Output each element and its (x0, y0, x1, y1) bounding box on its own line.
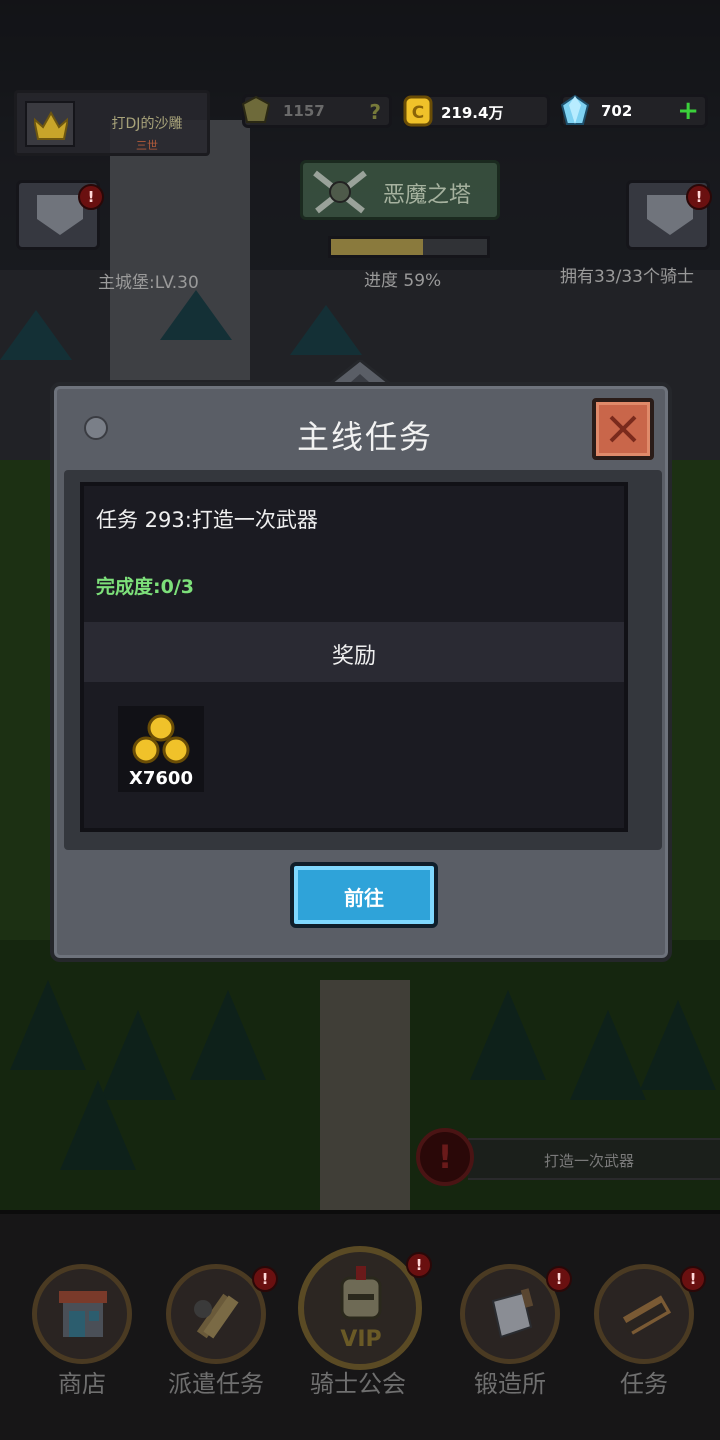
alert-badge: ! (406, 1252, 432, 1278)
alert-badge: ! (78, 184, 104, 210)
gold-coins-icon (132, 714, 190, 764)
alert-badge: ! (680, 1266, 706, 1292)
reward-item[interactable]: X7600 (118, 706, 204, 792)
add-gems-button[interactable]: + (677, 96, 699, 126)
gold-counter[interactable]: C 219.4万 (403, 94, 550, 128)
quest-hint-bar[interactable]: 打造一次武器 (468, 1138, 720, 1180)
tower-progress-text: 进度 59% (364, 271, 442, 291)
dispatch-icon (166, 1264, 266, 1364)
go-button[interactable]: 前往 (290, 862, 438, 928)
tower-progress-bar (328, 236, 490, 258)
dialog-title: 主线任务 (296, 418, 433, 456)
nav-knight-guild[interactable]: VIP ! 骑士公会 (298, 1246, 432, 1404)
nav-quests[interactable]: ! 任务 (584, 1254, 706, 1404)
quest-scroll-icon (594, 1264, 694, 1364)
diamond-icon (560, 94, 590, 125)
gold-value: 219.4万 (441, 104, 504, 122)
main-quest-dialog: 主线任务 任务 293:打造一次武器 完成度:0/3 奖励 X7600 前往 (50, 382, 672, 962)
nav-label: 派遣任务 (168, 1370, 264, 1398)
power-help-icon[interactable]: ? (369, 100, 381, 124)
player-profile[interactable]: 打DJ的沙雕 三世 (14, 90, 210, 156)
gem-value: 702 (601, 102, 633, 120)
crown-icon (25, 101, 75, 147)
gem-counter[interactable]: 702 + (560, 94, 708, 128)
shop-icon (32, 1264, 132, 1364)
forge-icon (460, 1264, 560, 1364)
alert-badge: ! (252, 1266, 278, 1292)
demon-tower-label: 恶魔之塔 (383, 183, 472, 208)
alert-badge: ! (546, 1266, 572, 1292)
castle-level: 主城堡:LV.30 (98, 273, 199, 293)
crossed-swords-icon (313, 170, 367, 214)
task-panel: 任务 293:打造一次武器 完成度:0/3 奖励 X7600 (80, 482, 628, 832)
bottom-navigation: 商店 ! 派遣任务 VIP ! 骑士公会 ! 锻造所 ! 任务 (0, 1210, 720, 1440)
tower-progress-fill (331, 239, 424, 255)
quest-hint-text: 打造一次武器 (544, 1152, 635, 1170)
knight-count: 拥有33/33个骑士 (560, 267, 694, 287)
task-title: 任务 293:打造一次武器 (96, 508, 318, 532)
close-icon (609, 415, 637, 443)
go-button-label: 前往 (344, 886, 384, 910)
gold-coin-icon: C (403, 95, 433, 127)
svg-text:C: C (412, 103, 424, 123)
nav-forge[interactable]: ! 锻造所 (450, 1254, 572, 1404)
nav-dispatch[interactable]: ! 派遣任务 (156, 1254, 278, 1404)
quest-alert-icon[interactable]: ! (416, 1128, 474, 1186)
alert-badge: ! (686, 184, 712, 210)
nav-label: 任务 (620, 1370, 668, 1398)
player-name: 打DJ的沙雕 (111, 116, 183, 132)
power-counter[interactable]: 1157 ? (241, 94, 392, 128)
task-progress: 完成度:0/3 (96, 576, 194, 598)
power-value: 1157 (283, 102, 325, 120)
vip-badge: VIP (340, 1327, 381, 1352)
demon-tower-button[interactable]: 恶魔之塔 (300, 160, 500, 220)
player-subtitle: 三世 (136, 139, 158, 152)
vip-knight-icon: VIP (298, 1246, 422, 1370)
nav-shop[interactable]: 商店 (22, 1254, 142, 1404)
close-button[interactable] (592, 398, 654, 460)
reward-count: X7600 (129, 768, 193, 789)
nav-label: 骑士公会 (310, 1370, 406, 1398)
reward-header: 奖励 (331, 644, 376, 669)
power-emblem-icon (241, 95, 271, 123)
